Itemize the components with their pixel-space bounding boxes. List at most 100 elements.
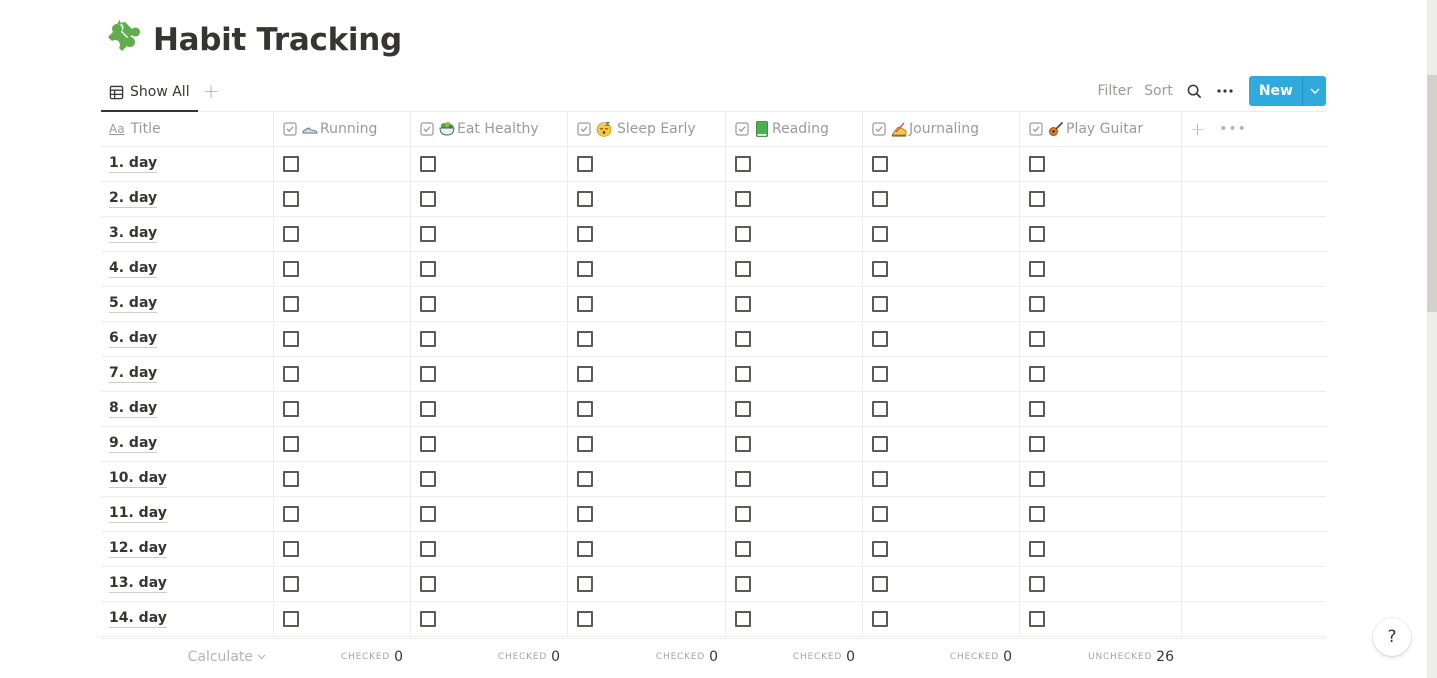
checkbox[interactable] — [577, 191, 593, 207]
checkbox[interactable] — [872, 541, 888, 557]
checkbox[interactable] — [283, 506, 299, 522]
checkbox[interactable] — [872, 611, 888, 627]
checkbox[interactable] — [283, 331, 299, 347]
puzzle-piece-icon[interactable] — [103, 20, 143, 60]
calculate-cell[interactable]: Calculate — [101, 639, 274, 675]
checkbox[interactable] — [420, 226, 436, 242]
row-title[interactable]: 12. day — [109, 540, 167, 558]
checkbox[interactable] — [1029, 331, 1045, 347]
title-cell[interactable]: 9. day — [101, 427, 274, 461]
aggregate-play-guitar[interactable]: Unchecked 26 — [1020, 639, 1182, 675]
checkbox[interactable] — [735, 436, 751, 452]
checkbox[interactable] — [1029, 191, 1045, 207]
checkbox[interactable] — [577, 401, 593, 417]
vertical-scrollbar[interactable] — [1427, 0, 1437, 678]
checkbox[interactable] — [735, 261, 751, 277]
sort-button[interactable]: Sort — [1144, 83, 1173, 99]
add-column-button[interactable]: + — [1190, 119, 1205, 140]
checkbox[interactable] — [735, 226, 751, 242]
title-cell[interactable]: 14. day — [101, 602, 274, 636]
add-view-button[interactable]: + — [201, 81, 221, 101]
checkbox[interactable] — [1029, 226, 1045, 242]
checkbox[interactable] — [872, 156, 888, 172]
checkbox[interactable] — [420, 296, 436, 312]
checkbox[interactable] — [420, 576, 436, 592]
checkbox[interactable] — [872, 331, 888, 347]
row-title[interactable]: 10. day — [109, 470, 167, 488]
tab-show-all[interactable]: Show All — [101, 74, 198, 112]
checkbox[interactable] — [577, 331, 593, 347]
checkbox[interactable] — [735, 541, 751, 557]
title-cell[interactable]: 12. day — [101, 532, 274, 566]
title-cell[interactable]: 4. day — [101, 252, 274, 286]
checkbox[interactable] — [735, 191, 751, 207]
checkbox[interactable] — [420, 401, 436, 417]
title-cell[interactable]: 6. day — [101, 322, 274, 356]
checkbox[interactable] — [872, 226, 888, 242]
checkbox[interactable] — [283, 191, 299, 207]
checkbox[interactable] — [420, 541, 436, 557]
title-cell[interactable]: 10. day — [101, 462, 274, 496]
column-header-eat-healthy[interactable]: Eat Healthy — [411, 112, 568, 146]
row-title[interactable]: 7. day — [109, 365, 158, 383]
checkbox[interactable] — [420, 191, 436, 207]
checkbox[interactable] — [872, 436, 888, 452]
checkbox[interactable] — [420, 331, 436, 347]
checkbox[interactable] — [420, 366, 436, 382]
title-cell[interactable]: 7. day — [101, 357, 274, 391]
checkbox[interactable] — [735, 401, 751, 417]
checkbox[interactable] — [1029, 401, 1045, 417]
column-header-sleep-early[interactable]: Sleep Early — [568, 112, 726, 146]
title-cell[interactable]: 13. day — [101, 567, 274, 601]
row-title[interactable]: 3. day — [109, 225, 158, 243]
aggregate-journaling[interactable]: Checked 0 — [863, 639, 1020, 675]
aggregate-reading[interactable]: Checked 0 — [726, 639, 863, 675]
checkbox[interactable] — [872, 366, 888, 382]
row-title[interactable]: 8. day — [109, 400, 158, 418]
column-header-running[interactable]: Running — [274, 112, 411, 146]
checkbox[interactable] — [1029, 576, 1045, 592]
checkbox[interactable] — [735, 611, 751, 627]
checkbox[interactable] — [1029, 261, 1045, 277]
checkbox[interactable] — [1029, 541, 1045, 557]
checkbox[interactable] — [577, 296, 593, 312]
scrollbar-thumb[interactable] — [1427, 75, 1437, 312]
checkbox[interactable] — [283, 611, 299, 627]
checkbox[interactable] — [420, 156, 436, 172]
checkbox[interactable] — [872, 191, 888, 207]
title-cell[interactable]: 1. day — [101, 147, 274, 181]
checkbox[interactable] — [872, 261, 888, 277]
checkbox[interactable] — [872, 296, 888, 312]
row-title[interactable]: 11. day — [109, 505, 167, 523]
checkbox[interactable] — [1029, 366, 1045, 382]
new-button-label[interactable]: New — [1249, 76, 1302, 106]
checkbox[interactable] — [577, 226, 593, 242]
search-icon[interactable] — [1187, 83, 1203, 99]
column-header-play-guitar[interactable]: Play Guitar — [1020, 112, 1182, 146]
checkbox[interactable] — [283, 401, 299, 417]
column-header-reading[interactable]: Reading — [726, 112, 863, 146]
checkbox[interactable] — [1029, 506, 1045, 522]
title-cell[interactable]: 2. day — [101, 182, 274, 216]
aggregate-running[interactable]: Checked 0 — [274, 639, 411, 675]
checkbox[interactable] — [420, 261, 436, 277]
checkbox[interactable] — [735, 471, 751, 487]
row-title[interactable]: 1. day — [109, 155, 158, 173]
checkbox[interactable] — [577, 471, 593, 487]
new-button[interactable]: New — [1248, 76, 1326, 106]
checkbox[interactable] — [577, 611, 593, 627]
checkbox[interactable] — [1029, 436, 1045, 452]
row-title[interactable]: 13. day — [109, 575, 167, 593]
checkbox[interactable] — [577, 576, 593, 592]
title-cell[interactable]: 3. day — [101, 217, 274, 251]
row-title[interactable]: 2. day — [109, 190, 158, 208]
checkbox[interactable] — [1029, 296, 1045, 312]
checkbox[interactable] — [577, 541, 593, 557]
checkbox[interactable] — [283, 156, 299, 172]
checkbox[interactable] — [283, 226, 299, 242]
aggregate-sleep-early[interactable]: Checked 0 — [568, 639, 726, 675]
checkbox[interactable] — [283, 366, 299, 382]
checkbox[interactable] — [420, 471, 436, 487]
checkbox[interactable] — [735, 506, 751, 522]
page-title[interactable]: Habit Tracking — [153, 22, 402, 58]
